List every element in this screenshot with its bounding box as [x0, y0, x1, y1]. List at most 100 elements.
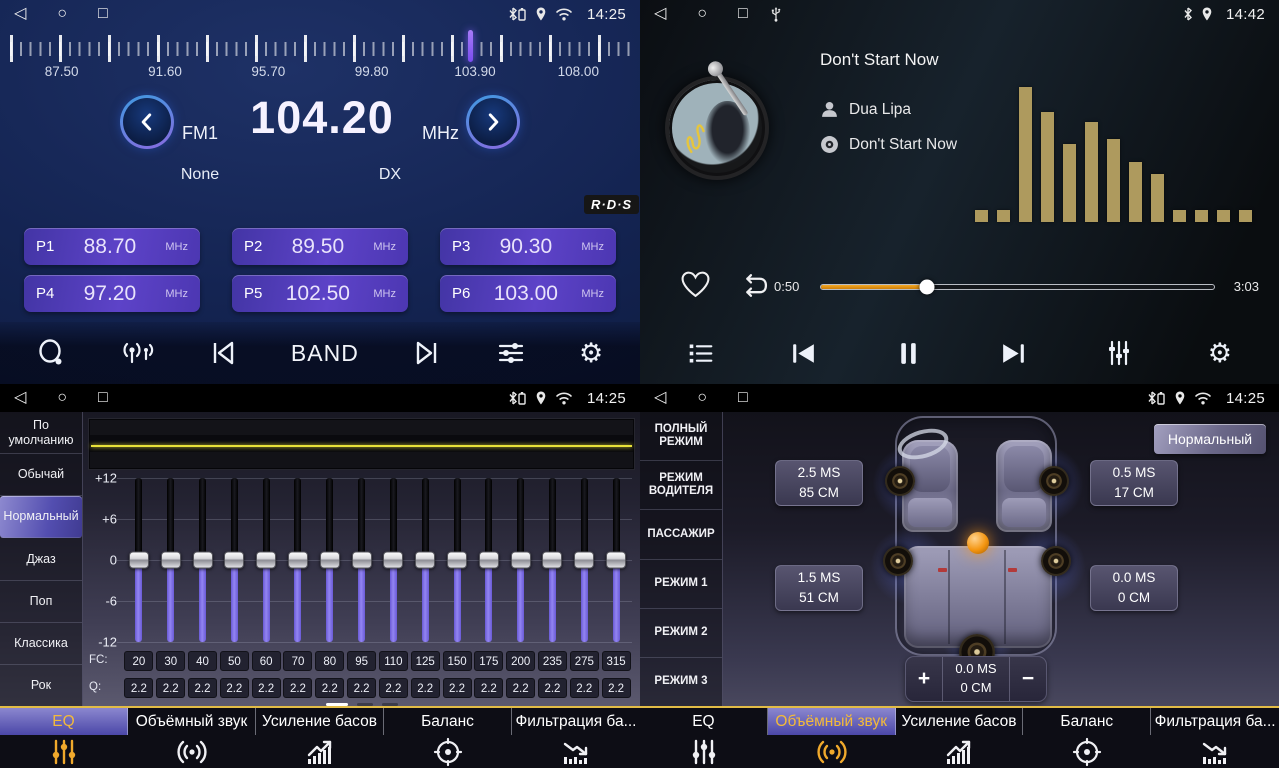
tab-surround[interactable]: Объёмный звук [128, 708, 256, 768]
eq-band-slider[interactable] [250, 478, 282, 642]
fc-value[interactable]: 275 [570, 651, 599, 671]
tab-filter[interactable]: Фильтрация ба... [512, 708, 640, 768]
rear-right-speaker-icon[interactable] [1041, 546, 1071, 576]
fc-value[interactable]: 80 [315, 651, 344, 671]
eq-preset-item[interactable]: Обычай [0, 454, 82, 496]
fc-value[interactable]: 70 [283, 651, 312, 671]
eq-slider-thumb[interactable] [193, 552, 213, 569]
eq-slider-thumb[interactable] [383, 552, 403, 569]
next-track-button[interactable] [998, 338, 1029, 369]
eq-band-slider[interactable] [568, 478, 600, 642]
back-icon[interactable]: ◁ [654, 390, 666, 406]
seek-bar-thumb[interactable] [920, 280, 935, 295]
fc-value[interactable]: 30 [156, 651, 185, 671]
eq-band-slider[interactable] [441, 478, 473, 642]
eq-band-slider[interactable] [282, 478, 314, 642]
eq-preset-item[interactable]: Поп [0, 581, 82, 623]
tuner-position-indicator[interactable] [468, 30, 473, 62]
eq-slider-thumb[interactable] [161, 552, 181, 569]
q-value[interactable]: 2.2 [220, 678, 249, 698]
eq-preset-item[interactable]: Джаз [0, 538, 82, 580]
home-icon[interactable]: ○ [57, 390, 67, 406]
eq-slider-thumb[interactable] [129, 552, 149, 569]
front-right-speaker-delay[interactable]: 0.5 MS 17 CM [1090, 460, 1178, 506]
band-button[interactable]: BAND [291, 340, 359, 367]
back-icon[interactable]: ◁ [654, 6, 666, 22]
eq-slider-thumb[interactable] [352, 552, 372, 569]
tab-balance[interactable]: Баланс [1023, 708, 1151, 768]
fc-value[interactable]: 110 [379, 651, 408, 671]
eq-band-slider[interactable] [409, 478, 441, 642]
favorite-button[interactable] [680, 270, 711, 304]
eq-slider-thumb[interactable] [415, 552, 435, 569]
eq-slider-thumb[interactable] [479, 552, 499, 569]
surround-mode-item[interactable]: РЕЖИМ 1 [640, 560, 722, 609]
eq-band-slider[interactable] [346, 478, 378, 642]
q-value[interactable]: 2.2 [252, 678, 281, 698]
eq-preset-item[interactable]: Рок [0, 665, 82, 706]
eq-band-slider[interactable] [314, 478, 346, 642]
eq-slider-thumb[interactable] [224, 552, 244, 569]
tab-eq-sliders[interactable]: EQ [640, 708, 768, 768]
playlist-button[interactable] [687, 340, 714, 367]
recents-icon[interactable]: □ [738, 390, 748, 406]
q-value[interactable]: 2.2 [124, 678, 153, 698]
tab-balance[interactable]: Баланс [384, 708, 512, 768]
surround-mode-item[interactable]: РЕЖИМ 3 [640, 658, 722, 706]
eq-slider-thumb[interactable] [256, 552, 276, 569]
eq-band-slider[interactable] [378, 478, 410, 642]
previous-station-button[interactable] [208, 338, 238, 368]
fc-value[interactable]: 20 [124, 651, 153, 671]
back-icon[interactable]: ◁ [14, 390, 26, 406]
recents-icon[interactable]: □ [98, 6, 108, 22]
fc-value[interactable]: 50 [220, 651, 249, 671]
recents-icon[interactable]: □ [98, 390, 108, 406]
fc-value[interactable]: 150 [443, 651, 472, 671]
preset-button[interactable]: P188.70MHz [24, 228, 200, 265]
repeat-button[interactable] [736, 273, 769, 304]
q-value[interactable]: 2.2 [443, 678, 472, 698]
broadcast-button[interactable] [120, 338, 154, 368]
listening-position-marker[interactable] [967, 532, 989, 554]
next-station-button[interactable] [412, 338, 442, 368]
seek-bar[interactable] [820, 284, 1215, 290]
tab-surround[interactable]: Объёмный звук [768, 708, 896, 768]
tab-bass-boost[interactable]: Усиление басов [896, 708, 1024, 768]
eq-band-slider[interactable] [505, 478, 537, 642]
eq-slider-thumb[interactable] [574, 552, 594, 569]
fc-value[interactable]: 95 [347, 651, 376, 671]
rear-right-speaker-delay[interactable]: 0.0 MS 0 CM [1090, 565, 1178, 611]
q-value[interactable]: 2.2 [602, 678, 631, 698]
eq-preset-item[interactable]: Нормальный [0, 496, 82, 538]
fc-value[interactable]: 235 [538, 651, 567, 671]
q-value[interactable]: 2.2 [347, 678, 376, 698]
q-value[interactable]: 2.2 [315, 678, 344, 698]
eq-preset-item[interactable]: Классика [0, 623, 82, 665]
fc-value[interactable]: 60 [252, 651, 281, 671]
back-icon[interactable]: ◁ [14, 6, 26, 22]
preset-button[interactable]: P390.30MHz [440, 228, 616, 265]
eq-slider-thumb[interactable] [447, 552, 467, 569]
frequency-scale[interactable] [10, 34, 630, 62]
eq-band-slider[interactable] [473, 478, 505, 642]
eq-preset-item[interactable]: По умолчанию [0, 412, 82, 454]
eq-slider-thumb[interactable] [542, 552, 562, 569]
eq-band-slider[interactable] [537, 478, 569, 642]
rear-left-speaker-delay[interactable]: 1.5 MS 51 CM [775, 565, 863, 611]
previous-track-button[interactable] [788, 338, 819, 369]
surround-mode-item[interactable]: ПОЛНЫЙ РЕЖИМ [640, 412, 722, 461]
preset-button[interactable]: P289.50MHz [232, 228, 408, 265]
fc-value[interactable]: 200 [506, 651, 535, 671]
tab-bass-boost[interactable]: Усиление басов [256, 708, 384, 768]
eq-band-slider[interactable] [155, 478, 187, 642]
eq-band-slider[interactable] [187, 478, 219, 642]
surround-mode-item[interactable]: РЕЖИМ 2 [640, 609, 722, 658]
q-value[interactable]: 2.2 [283, 678, 312, 698]
preset-button[interactable]: P497.20MHz [24, 275, 200, 312]
home-icon[interactable]: ○ [697, 390, 707, 406]
q-value[interactable]: 2.2 [156, 678, 185, 698]
eq-band-slider[interactable] [600, 478, 632, 642]
audio-mixer-button[interactable] [1104, 338, 1134, 368]
scan-button[interactable] [37, 338, 67, 368]
q-value[interactable]: 2.2 [379, 678, 408, 698]
